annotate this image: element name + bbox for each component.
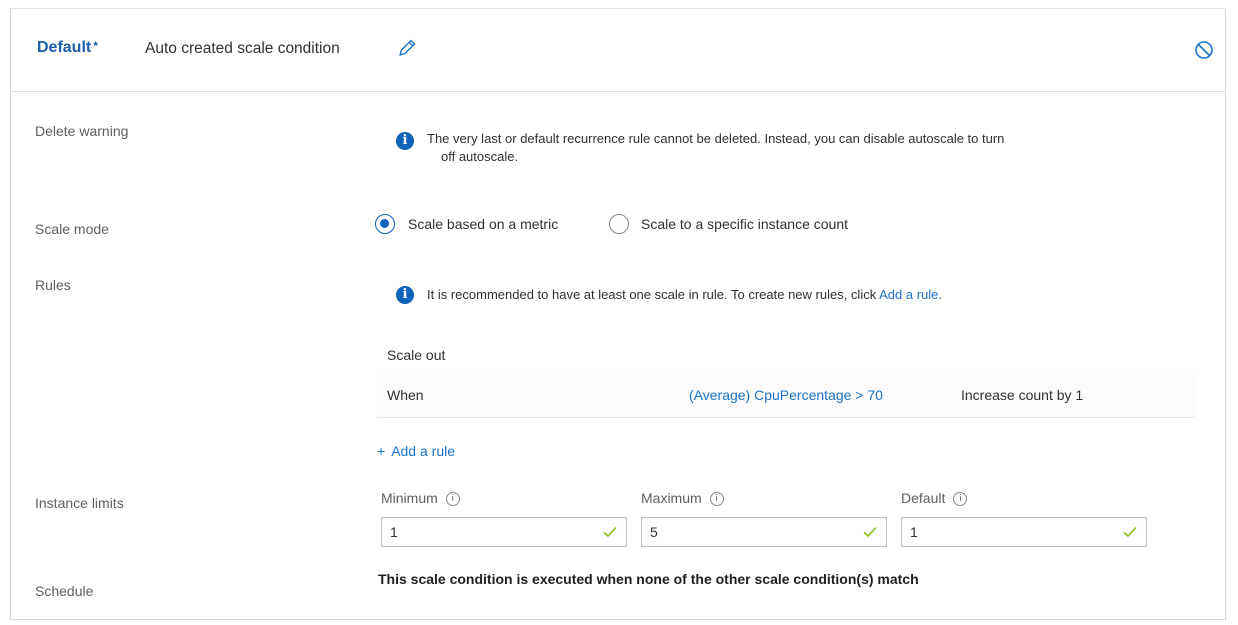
condition-header: Default * Auto created scale condition: [11, 9, 1225, 92]
default-label: Default i: [901, 490, 968, 507]
radio-scale-metric[interactable]: [375, 214, 395, 234]
radio-scale-metric-label[interactable]: Scale based on a metric: [408, 216, 558, 232]
info-icon: i: [396, 132, 414, 150]
valid-check-icon: [603, 526, 617, 538]
condition-title: Default *: [37, 39, 98, 57]
rules-info-message: It is recommended to have at least one s…: [427, 286, 942, 304]
condition-title-text: Default: [37, 39, 92, 56]
table-row[interactable]: When (Average) CpuPercentage > 70 Increa…: [377, 375, 1195, 418]
rules-table-header: Scale out: [377, 339, 1195, 376]
disable-condition-icon[interactable]: [1193, 39, 1215, 61]
rule-when: When: [387, 387, 424, 403]
instance-limits-label: Instance limits: [35, 495, 124, 511]
delete-warning-message: The very last or default recurrence rule…: [427, 130, 1004, 166]
delete-warning-line1: The very last or default recurrence rule…: [427, 131, 1005, 146]
add-rule-label: Add a rule: [391, 443, 456, 459]
info-tooltip-icon[interactable]: i: [953, 492, 968, 507]
edit-pencil-icon[interactable]: [396, 37, 418, 59]
maximum-label: Maximum i: [641, 490, 724, 507]
info-tooltip-icon[interactable]: i: [709, 492, 724, 507]
required-mark: *: [93, 39, 98, 53]
rule-action: Increase count by 1: [961, 387, 1084, 403]
minimum-label-text: Minimum: [381, 490, 438, 506]
radio-scale-instance-count-label[interactable]: Scale to a specific instance count: [641, 216, 848, 232]
maximum-field[interactable]: [641, 517, 887, 547]
rules-info-text: It is recommended to have at least one s…: [427, 287, 880, 302]
condition-name: Auto created scale condition: [145, 40, 340, 57]
valid-check-icon: [863, 526, 877, 538]
add-rule-link[interactable]: Add a rule.: [879, 287, 942, 302]
maximum-label-text: Maximum: [641, 490, 702, 506]
info-icon: i: [396, 286, 414, 304]
minimum-input[interactable]: [390, 523, 590, 541]
default-label-text: Default: [901, 490, 946, 506]
minimum-label: Minimum i: [381, 490, 460, 507]
maximum-input[interactable]: [650, 523, 850, 541]
rules-label: Rules: [35, 277, 71, 293]
schedule-label: Schedule: [35, 583, 94, 599]
default-field[interactable]: [901, 517, 1147, 547]
rule-metric-link[interactable]: (Average) CpuPercentage > 70: [689, 387, 883, 403]
schedule-description: This scale condition is executed when no…: [378, 571, 919, 587]
plus-icon: +: [377, 443, 386, 459]
valid-check-icon: [1123, 526, 1137, 538]
scale-mode-label: Scale mode: [35, 221, 109, 237]
add-rule-button[interactable]: + Add a rule: [377, 443, 455, 459]
minimum-field[interactable]: [381, 517, 627, 547]
default-input[interactable]: [910, 523, 1110, 541]
delete-warning-label: Delete warning: [35, 123, 129, 139]
delete-warning-line2: off autoscale.: [441, 149, 519, 164]
scale-condition-panel: Default * Auto created scale condition De…: [10, 8, 1226, 620]
radio-scale-instance-count[interactable]: [609, 214, 629, 234]
scale-out-heading: Scale out: [387, 347, 446, 363]
info-tooltip-icon[interactable]: i: [445, 492, 460, 507]
